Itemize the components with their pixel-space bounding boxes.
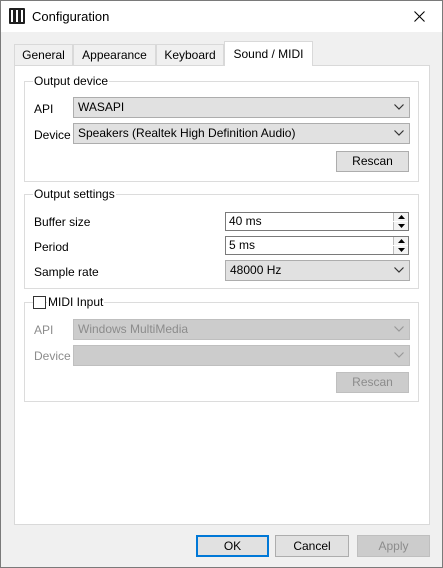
midi-input-group: MIDI Input API Windows MultiMedia Device…: [24, 295, 419, 402]
output-device-group: Output device API WASAPI Device Speakers…: [24, 74, 419, 182]
ok-button[interactable]: OK: [196, 535, 269, 557]
buffer-size-spinner[interactable]: 40 ms: [225, 212, 409, 231]
midi-device-label: Device: [34, 349, 71, 363]
chevron-down-icon: [394, 326, 404, 332]
chevron-down-icon: [394, 267, 404, 273]
close-button[interactable]: [396, 1, 442, 32]
chevron-down-icon: [394, 104, 404, 110]
sample-rate-value: 48000 Hz: [230, 263, 282, 277]
buffer-size-label: Buffer size: [34, 215, 91, 229]
midi-rescan-button[interactable]: Rescan: [336, 372, 409, 393]
apply-button[interactable]: Apply: [357, 535, 430, 557]
period-spinner[interactable]: 5 ms: [225, 236, 409, 255]
device-label: Device: [34, 128, 71, 142]
midi-input-title: MIDI Input: [47, 295, 105, 309]
chevron-down-icon: [394, 130, 404, 136]
buffer-size-up-button[interactable]: [393, 213, 408, 221]
cancel-button[interactable]: Cancel: [275, 535, 349, 557]
tab-sound-midi[interactable]: Sound / MIDI: [224, 41, 313, 66]
midi-device-select[interactable]: [73, 345, 410, 366]
period-value: 5 ms: [229, 238, 256, 252]
buffer-size-down-button[interactable]: [393, 222, 408, 230]
period-up-button[interactable]: [393, 237, 408, 245]
api-select-value: WASAPI: [78, 100, 125, 114]
window-title: Configuration: [32, 9, 110, 24]
title-bar: Configuration: [1, 1, 442, 32]
period-label: Period: [34, 240, 69, 254]
midi-api-select[interactable]: Windows MultiMedia: [73, 319, 410, 340]
api-select[interactable]: WASAPI: [73, 97, 410, 118]
device-select-value: Speakers (Realtek High Definition Audio): [78, 126, 296, 140]
output-device-title: Output device: [33, 74, 110, 88]
chevron-down-icon: [394, 352, 404, 358]
midi-api-select-value: Windows MultiMedia: [78, 322, 189, 336]
output-rescan-button[interactable]: Rescan: [336, 151, 409, 172]
sound-midi-panel: Output device API WASAPI Device Speakers…: [14, 65, 430, 525]
buffer-size-value: 40 ms: [229, 214, 262, 228]
arrow-down-icon: [397, 224, 405, 228]
tab-keyboard[interactable]: Keyboard: [156, 44, 224, 65]
sample-rate-label: Sample rate: [34, 265, 99, 279]
output-settings-group: Output settings Buffer size 40 ms Period…: [24, 187, 419, 289]
midi-input-checkbox[interactable]: [33, 296, 46, 309]
configuration-window: Configuration General Appearance Keyboar…: [0, 0, 443, 568]
tab-general[interactable]: General: [14, 44, 73, 65]
period-down-button[interactable]: [393, 246, 408, 254]
piano-app-icon: [9, 8, 25, 24]
arrow-down-icon: [397, 248, 405, 252]
arrow-up-icon: [397, 215, 405, 219]
tab-appearance[interactable]: Appearance: [73, 44, 156, 65]
device-select[interactable]: Speakers (Realtek High Definition Audio): [73, 123, 410, 144]
close-icon: [413, 11, 425, 22]
arrow-up-icon: [397, 239, 405, 243]
api-label: API: [34, 102, 54, 116]
output-settings-title: Output settings: [33, 187, 116, 201]
midi-api-label: API: [34, 323, 54, 337]
sample-rate-select[interactable]: 48000 Hz: [225, 260, 410, 281]
